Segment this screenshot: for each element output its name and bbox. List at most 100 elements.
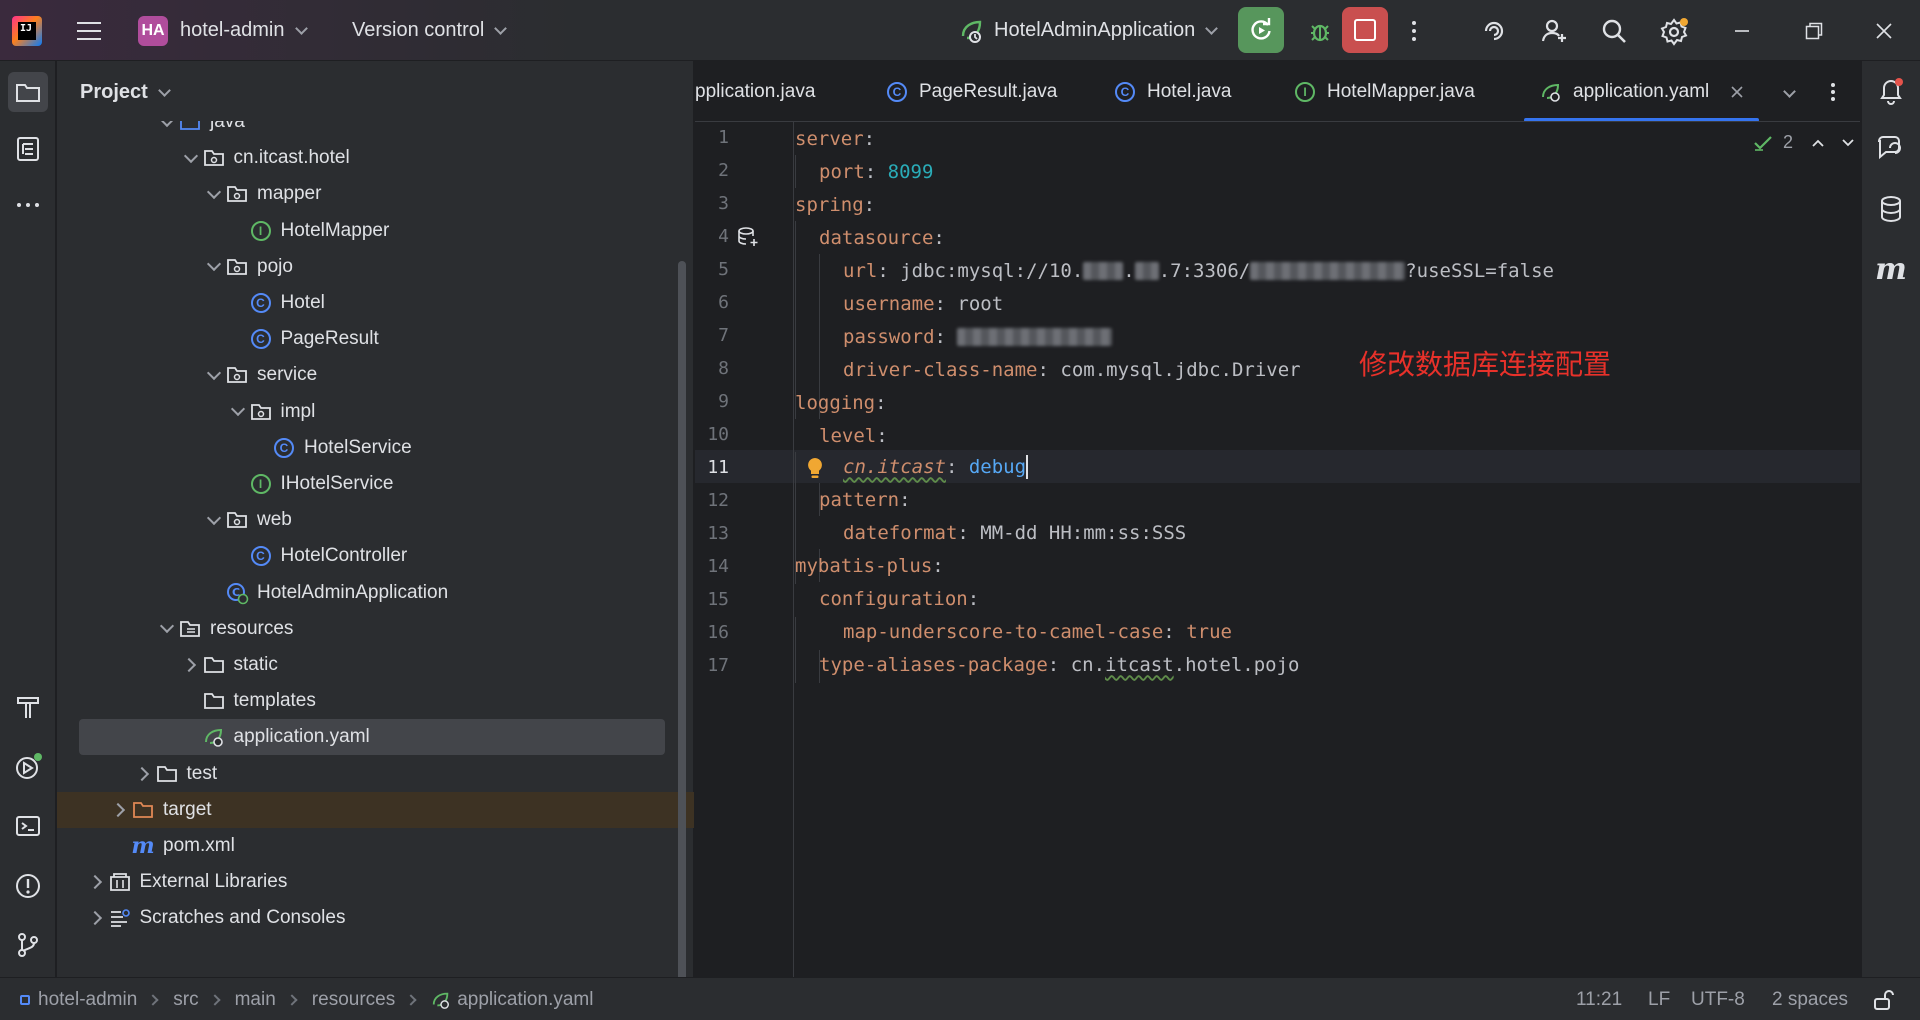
code-line-7[interactable]: password:: [843, 320, 1113, 353]
tree-item-impl[interactable]: impl: [57, 394, 681, 430]
tab-list-dropdown-icon[interactable]: [1783, 61, 1796, 121]
file-encoding[interactable]: UTF-8: [1691, 978, 1745, 1020]
code-line-1[interactable]: server:: [795, 122, 875, 155]
project-view-selector[interactable]: Project: [80, 81, 171, 104]
restore-window-icon[interactable]: [1784, 0, 1844, 61]
chevron-right-icon[interactable]: [133, 763, 155, 785]
problems-tool-button[interactable]: [8, 866, 48, 906]
tree-item-target[interactable]: target: [57, 791, 694, 828]
code-editor[interactable]: 1 2 3 4 5 6 7 8 9 10 11 12 13 14 15 16 17 2 server: port…: [695, 122, 1860, 977]
tab-pageresult-java[interactable]: C PageResult.java: [885, 61, 1057, 121]
tree-item-application-yaml[interactable]: application.yaml: [79, 719, 665, 756]
structure-tool-button[interactable]: [8, 129, 48, 169]
search-icon[interactable]: [1594, 0, 1634, 61]
code-line-6[interactable]: username: root: [843, 287, 1003, 320]
chevron-right-icon[interactable]: [109, 799, 131, 821]
tree-item-templates[interactable]: templates: [57, 683, 681, 719]
chevron-down-icon[interactable]: [203, 364, 225, 386]
breadcrumb-item[interactable]: resources: [312, 989, 395, 1011]
tab-hotel-java[interactable]: C Hotel.java: [1113, 61, 1232, 121]
close-window-icon[interactable]: [1854, 0, 1914, 61]
tree-item-static[interactable]: static: [57, 647, 681, 683]
more-tools-button[interactable]: [8, 185, 48, 225]
code-line-4[interactable]: datasource:: [819, 221, 945, 254]
version-control-menu[interactable]: Version control: [352, 0, 508, 61]
tree-item-pojo[interactable]: pojo: [57, 249, 681, 285]
code-line-16[interactable]: map-underscore-to-camel-case: true: [843, 615, 1232, 648]
tab-application-java[interactable]: pplication.java: [695, 61, 815, 121]
tree-item-hotel[interactable]: C Hotel: [57, 285, 681, 321]
tab-hotelmapper-java[interactable]: I HotelMapper.java: [1293, 61, 1475, 121]
close-tab-icon[interactable]: [1731, 85, 1743, 98]
debug-button[interactable]: [1300, 0, 1340, 61]
line-separator[interactable]: LF: [1648, 978, 1670, 1020]
chevron-down-icon[interactable]: [203, 256, 225, 278]
breadcrumb-item[interactable]: src: [173, 989, 198, 1011]
tree-item-service[interactable]: service: [57, 357, 681, 393]
caret-position[interactable]: 11:21: [1576, 978, 1622, 1020]
editor-more-icon[interactable]: [1830, 61, 1836, 121]
main-menu-button[interactable]: [72, 0, 106, 61]
notifications-bell-icon[interactable]: [1871, 71, 1911, 111]
breadcrumb-item[interactable]: hotel-admin: [38, 989, 137, 1011]
chevron-down-icon[interactable]: [227, 401, 249, 423]
chevron-right-icon[interactable]: [86, 871, 108, 893]
database-icon[interactable]: [1871, 189, 1911, 229]
chevron-down-icon[interactable]: [1841, 138, 1855, 148]
chevron-right-icon[interactable]: [86, 907, 108, 929]
minimize-window-icon[interactable]: [1712, 0, 1772, 61]
run-configuration-selector[interactable]: HotelAdminApplication: [958, 0, 1219, 61]
tree-item-hotelmapper[interactable]: I HotelMapper: [57, 213, 681, 249]
chevron-up-icon[interactable]: [1811, 138, 1825, 148]
rerun-button[interactable]: [1238, 7, 1284, 53]
code-line-11[interactable]: cn.itcast: debug: [843, 450, 1029, 483]
code-line-13[interactable]: dateformat: MM-dd HH:mm:ss:SSS: [843, 516, 1186, 549]
tree-item-mapper[interactable]: mapper: [57, 176, 681, 212]
maven-icon[interactable]: m: [1871, 249, 1911, 289]
tree-item-hotelcontroller[interactable]: C HotelController: [57, 538, 681, 574]
chevron-down-icon[interactable]: [180, 147, 202, 169]
navigation-breadcrumbs[interactable]: hotel-admin src main resources applicati…: [20, 978, 593, 1020]
code-line-9[interactable]: logging:: [795, 386, 887, 419]
unlock-icon[interactable]: [1872, 978, 1894, 1020]
tree-item-ihotelservice[interactable]: I IHotelService: [57, 466, 681, 502]
indent-setting[interactable]: 2 spaces: [1772, 978, 1848, 1020]
code-line-5[interactable]: url: jdbc:mysql://10.. .7:3306/?useSSL=fa…: [843, 254, 1554, 287]
code-line-10[interactable]: level:: [819, 419, 888, 452]
tab-application-yaml[interactable]: application.yaml: [1524, 61, 1759, 121]
tree-item-resources[interactable]: resources: [57, 611, 681, 647]
code-line-14[interactable]: mybatis-plus:: [795, 549, 944, 582]
chevron-down-icon[interactable]: [203, 509, 225, 531]
project-tool-button[interactable]: [8, 72, 48, 112]
more-actions-button[interactable]: [1404, 0, 1424, 61]
project-tree-scrollbar[interactable]: [678, 261, 686, 981]
code-line-15[interactable]: configuration:: [819, 582, 979, 615]
inspection-widget[interactable]: 2: [1753, 132, 1855, 153]
tree-item-external-libraries[interactable]: External Libraries: [57, 864, 681, 900]
project-switcher[interactable]: HA hotel-admin: [138, 0, 308, 61]
ai-chat-icon[interactable]: [1871, 129, 1911, 169]
tree-item-cn-itcast-hotel[interactable]: cn.itcast.hotel: [57, 140, 681, 176]
lightbulb-icon[interactable]: [805, 456, 825, 486]
tree-item-pageresult[interactable]: C PageResult: [57, 321, 681, 357]
terminal-tool-button[interactable]: [8, 806, 48, 846]
code-line-3[interactable]: spring:: [795, 188, 875, 221]
chevron-down-icon[interactable]: [156, 121, 178, 133]
code-line-2[interactable]: port: 8099: [819, 155, 933, 188]
add-user-icon[interactable]: [1534, 0, 1574, 61]
code-line-8[interactable]: driver-class-name: com.mysql.jdbc.Driver: [843, 353, 1301, 386]
chevron-down-icon[interactable]: [156, 618, 178, 640]
git-tool-button[interactable]: [8, 925, 48, 965]
tree-item-hoteladminapplication[interactable]: C HotelAdminApplication: [57, 575, 681, 611]
tree-item-java[interactable]: java: [57, 121, 681, 140]
services-tool-button[interactable]: [8, 747, 48, 787]
tree-item-scratches-and-consoles[interactable]: Scratches and Consoles: [57, 900, 681, 936]
settings-gear-icon[interactable]: [1654, 0, 1694, 61]
project-tree[interactable]: java cn.itcast.hotel mapper I HotelMapper poj…: [57, 121, 694, 977]
code-line-17[interactable]: type-aliases-package: cn. itcast .hotel.po…: [819, 648, 1300, 681]
chevron-down-icon[interactable]: [203, 183, 225, 205]
intellij-logo-icon[interactable]: IJ: [12, 0, 46, 61]
breadcrumb-item[interactable]: application.yaml: [457, 989, 593, 1011]
chevron-right-icon[interactable]: [180, 654, 202, 676]
datasource-gutter-icon[interactable]: [737, 226, 759, 254]
